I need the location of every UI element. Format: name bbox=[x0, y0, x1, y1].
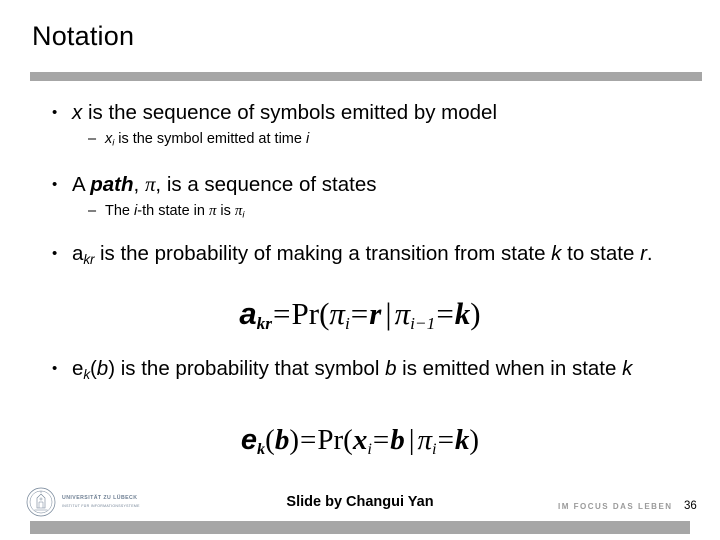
bullet-marker: • bbox=[52, 245, 58, 263]
variable-e: e bbox=[72, 357, 84, 380]
equation-emission-probability: ek(b)=Pr(xi=b | πi=k) bbox=[0, 424, 720, 459]
dash-marker: – bbox=[88, 131, 97, 147]
bullet-text-1-rest: is the sequence of symbols emitted by mo… bbox=[82, 101, 498, 124]
eq1-paren-close: ) bbox=[470, 296, 481, 331]
bullet-text-2-rest: , is a sequence of states bbox=[155, 172, 377, 196]
greek-pi: π bbox=[144, 171, 156, 196]
eq2-lhs-var: e bbox=[240, 424, 258, 456]
eq2-pr-open: Pr( bbox=[317, 424, 353, 456]
bullet-text-4-rest2: is emitted when in state bbox=[396, 357, 623, 380]
eq1-rhs-k: k bbox=[454, 296, 471, 331]
eq1-conditional-bar: | bbox=[385, 296, 392, 331]
eq2-rhs-b: b bbox=[390, 424, 405, 456]
bullet-text-2-mid: , bbox=[133, 172, 145, 196]
eq1-equals-3: = bbox=[436, 296, 454, 331]
eq2-paren-open: ( bbox=[265, 424, 275, 456]
eq1-rhs-r: r bbox=[369, 296, 382, 331]
sub-bullet-text-1-rest: is the symbol emitted at time bbox=[114, 131, 306, 147]
eq2-rhs-k: k bbox=[454, 424, 470, 456]
bullet-text-2: A path, π, is a sequence of states bbox=[72, 172, 672, 197]
eq2-lhs-sub: k bbox=[257, 439, 266, 458]
bullet-text-2-lead: A bbox=[72, 172, 91, 196]
bullet-text-3-rest2: to state bbox=[561, 242, 641, 266]
dash-marker: – bbox=[88, 202, 97, 219]
bullet-text-1: x is the sequence of symbols emitted by … bbox=[72, 100, 672, 125]
bullet-marker: • bbox=[52, 104, 58, 121]
eq2-conditional-bar: | bbox=[408, 424, 415, 456]
variable-k: k bbox=[551, 242, 562, 266]
slide-canvas: Notation • x is the sequence of symbols … bbox=[0, 0, 720, 540]
university-tagline: IM FOCUS DAS LEBEN bbox=[558, 502, 673, 511]
sub-bullet-item-2: – The i-th state in π is πi bbox=[0, 202, 720, 225]
eq2-equals-1: = bbox=[300, 424, 317, 456]
sub-bullet-item-1: – xi is the symbol emitted at time i bbox=[0, 130, 720, 153]
eq1-pi-2: π bbox=[394, 296, 411, 331]
sub-bullet-text-2-mid2: is bbox=[216, 202, 235, 219]
eq1-pi-2-sub: i−1 bbox=[410, 314, 436, 334]
eq1-equals-2: = bbox=[350, 296, 369, 331]
eq1-lhs-var: a bbox=[239, 296, 257, 331]
footer-divider bbox=[30, 521, 690, 534]
variable-a: a bbox=[72, 242, 84, 266]
content-body: • x is the sequence of symbols emitted b… bbox=[0, 100, 720, 274]
bullet-text-4: ek(b) is the probability that symbol b i… bbox=[72, 356, 672, 387]
eq2-x: x bbox=[352, 424, 368, 456]
bullet-text-3-rest: is the probability of making a transitio… bbox=[94, 242, 552, 266]
eq2-paren-close: ) bbox=[469, 424, 480, 456]
bullet-item-4: • ek(b) is the probability that symbol b… bbox=[0, 356, 720, 387]
variable-r: r bbox=[640, 242, 647, 266]
eq2-paren-close-lhs: ) bbox=[289, 424, 300, 456]
eq2-equals-3: = bbox=[437, 424, 454, 456]
sub-bullet-text-1: xi is the symbol emitted at time i bbox=[105, 130, 665, 153]
eq2-lhs-arg: b bbox=[274, 424, 290, 456]
eq1-equals-1: = bbox=[273, 296, 291, 331]
eq1-pi-1: π bbox=[329, 296, 345, 331]
content-body-2: • ek(b) is the probability that symbol b… bbox=[0, 356, 720, 389]
bullet-text-3-rest3: . bbox=[646, 242, 653, 266]
bullet-marker: • bbox=[52, 175, 58, 193]
sub-bullet-text-2: The i-th state in π is πi bbox=[105, 202, 665, 225]
bullet-text-3: akr is the probability of making a trans… bbox=[72, 241, 672, 272]
eq2-pi: π bbox=[417, 424, 433, 456]
sub-bullet-text-2-mid: -th state in bbox=[137, 202, 209, 219]
term-path: path bbox=[90, 172, 134, 196]
subscript-kr: kr bbox=[83, 252, 95, 268]
variable-i: i bbox=[305, 131, 310, 147]
bullet-text-4-open: ( bbox=[89, 357, 97, 380]
sub-bullet-text-2-lead: The bbox=[105, 202, 135, 219]
subscript-i: i bbox=[242, 209, 245, 221]
bullet-item-2: • A path, π, is a sequence of states bbox=[0, 172, 720, 197]
page-title: Notation bbox=[32, 21, 135, 51]
eq1-lhs-sub: kr bbox=[256, 314, 273, 334]
title-divider bbox=[30, 72, 702, 81]
bullet-text-4-rest: ) is the probability that symbol bbox=[108, 357, 386, 380]
eq1-pr-open: Pr( bbox=[291, 296, 330, 331]
variable-b-2: b bbox=[385, 357, 397, 380]
variable-x: x bbox=[72, 101, 83, 124]
eq2-equals-2: = bbox=[372, 424, 390, 456]
equation-transition-probability: akr=Pr(πi=r |πi−1=k) bbox=[0, 296, 720, 334]
bullet-item-3: • akr is the probability of making a tra… bbox=[0, 241, 720, 272]
bullet-item-1: • x is the sequence of symbols emitted b… bbox=[0, 100, 720, 125]
eq2-pi-sub: i bbox=[432, 439, 437, 458]
slide-number: 36 bbox=[684, 500, 697, 512]
bullet-marker: • bbox=[52, 360, 58, 377]
variable-k-2: k bbox=[622, 357, 633, 380]
variable-b: b bbox=[96, 357, 109, 380]
